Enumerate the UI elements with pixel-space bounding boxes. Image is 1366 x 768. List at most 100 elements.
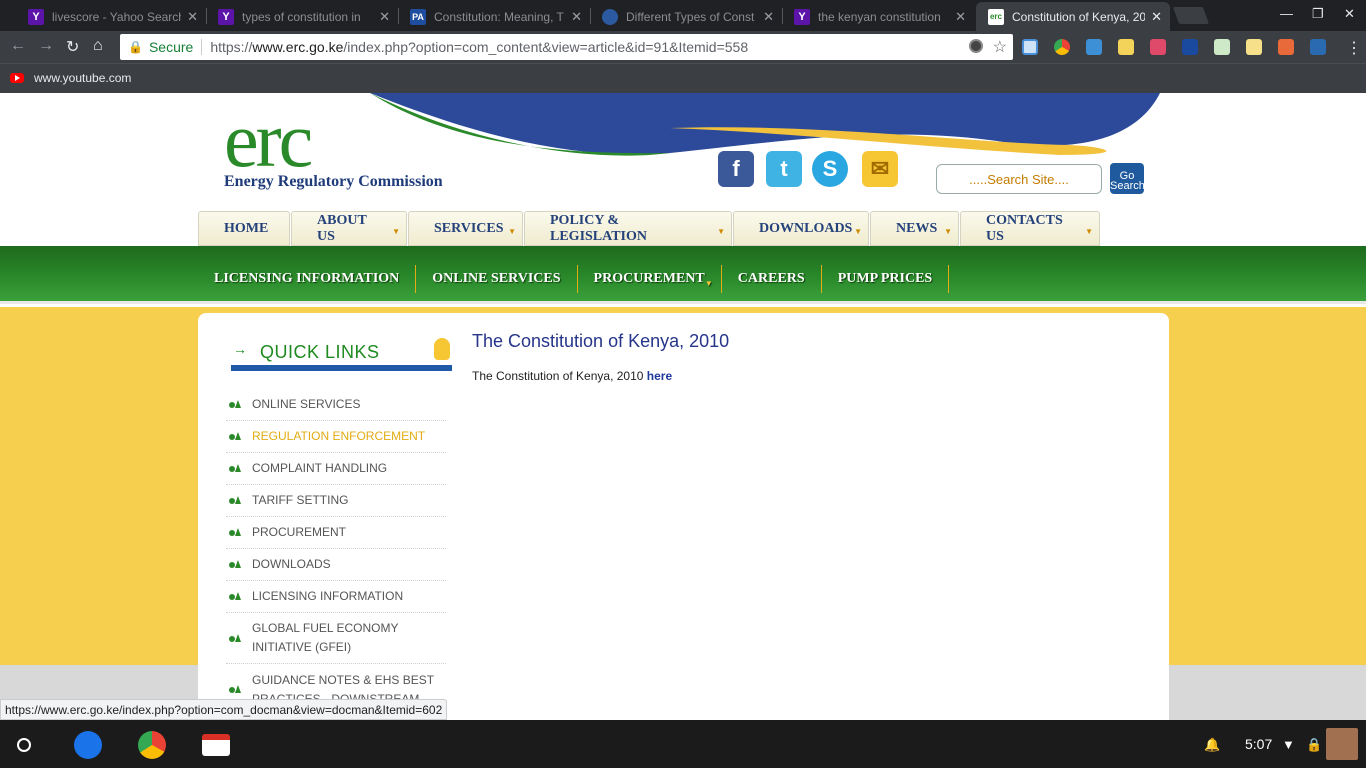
subnav-careers[interactable]: CAREERS [722, 265, 822, 293]
leaf-icon [229, 432, 241, 441]
quick-link-licensing-information[interactable]: LICENSING INFORMATION [226, 581, 446, 613]
nav-contacts-us[interactable]: CONTACTS US ▼ [960, 211, 1100, 246]
maximize-icon[interactable]: ❐ [1312, 6, 1324, 22]
extension-icon[interactable] [1310, 39, 1326, 55]
nav-downloads[interactable]: DOWNLOADS ▼ [733, 211, 869, 246]
tab-livescore[interactable]: Y livescore - Yahoo Search ✕ [16, 2, 206, 31]
chrome-app-icon[interactable] [138, 731, 166, 759]
leaf-icon [229, 528, 241, 537]
tab-title: Different Types of Const [626, 9, 755, 24]
skype-icon[interactable]: S [812, 151, 848, 187]
launcher-icon[interactable] [17, 738, 31, 752]
home-icon[interactable]: ⌂ [93, 37, 103, 55]
tab-title: Constitution of Kenya, 20 [1012, 9, 1146, 24]
nav-about-us[interactable]: ABOUT US ▼ [291, 211, 407, 246]
files-app-icon[interactable] [74, 731, 102, 759]
subnav-pump-prices[interactable]: PUMP PRICES [822, 265, 950, 293]
close-icon[interactable]: ✕ [955, 9, 966, 25]
leaf-icon [229, 685, 241, 694]
chevron-down-icon: ▼ [704, 279, 713, 288]
blocked-content-icon[interactable] [969, 39, 983, 53]
quick-link-online-services[interactable]: ONLINE SERVICES [226, 389, 446, 421]
tab-title: the kenyan constitution [818, 9, 941, 24]
email-icon[interactable]: ✉ [862, 151, 898, 187]
extension-icon[interactable] [1214, 39, 1230, 55]
new-tab-button[interactable] [1172, 7, 1210, 24]
notification-bell-icon[interactable]: 🔔 [1204, 737, 1220, 753]
system-clock[interactable]: 5:07 [1245, 736, 1272, 752]
url-text: https://www.erc.go.ke/index.php?option=c… [210, 39, 749, 55]
extension-icon[interactable] [1278, 39, 1294, 55]
yahoo-icon: Y [794, 8, 810, 25]
extension-icon[interactable] [1182, 39, 1198, 55]
tab-different-types[interactable]: Different Types of Const ✕ [590, 2, 782, 31]
quick-link-complaint-handling[interactable]: COMPLAINT HANDLING [226, 453, 446, 485]
close-icon[interactable]: ✕ [1151, 9, 1162, 25]
lock-icon: 🔒 [1306, 737, 1323, 752]
tab-constitution-of-kenya[interactable]: erc Constitution of Kenya, 20 ✕ [976, 2, 1170, 31]
leaf-icon [229, 464, 241, 473]
extension-icon[interactable] [1246, 39, 1262, 55]
tab-kenyan-constitution[interactable]: Y the kenyan constitution ✕ [782, 2, 974, 31]
quick-link-gfei[interactable]: GLOBAL FUEL ECONOMY INITIATIVE (GFEI) [226, 613, 446, 664]
facebook-icon[interactable]: f [718, 151, 754, 187]
reload-icon[interactable]: ↻ [66, 37, 79, 57]
org-name: Energy Regulatory Commission [224, 173, 443, 190]
leaf-icon [229, 400, 241, 409]
close-icon[interactable]: ✕ [763, 9, 774, 25]
wifi-icon[interactable]: ▼ [1282, 737, 1295, 752]
yahoo-icon: Y [28, 8, 44, 25]
tab-types-of-constitution[interactable]: Y types of constitution in ✕ [206, 2, 398, 31]
tab-title: Constitution: Meaning, T [434, 9, 564, 24]
globe-icon [602, 8, 618, 25]
close-window-icon[interactable]: ✕ [1344, 6, 1355, 22]
extension-icon[interactable] [1118, 39, 1134, 55]
back-icon[interactable]: ← [10, 37, 26, 55]
subnav-online-services[interactable]: ONLINE SERVICES [416, 265, 578, 293]
bookmark-star-icon[interactable]: ☆ [993, 37, 1007, 57]
quick-link-procurement[interactable]: PROCUREMENT [226, 517, 446, 549]
youtube-icon [10, 73, 24, 83]
secondary-nav: LICENSING INFORMATION ONLINE SERVICES PR… [198, 265, 950, 293]
security-label: Secure [148, 39, 194, 55]
bookmark-youtube[interactable]: www.youtube.com [10, 71, 131, 85]
close-icon[interactable]: ✕ [571, 9, 582, 25]
nav-home[interactable]: HOME [198, 211, 290, 246]
nav-services[interactable]: SERVICES ▼ [408, 211, 523, 246]
quick-link-tariff-setting[interactable]: TARIFF SETTING [226, 485, 446, 517]
twitter-icon[interactable]: t [766, 151, 802, 187]
tab-constitution-meaning[interactable]: PA Constitution: Meaning, T ✕ [398, 2, 590, 31]
address-bar[interactable]: 🔒 Secure https://www.erc.go.ke/index.php… [120, 34, 1013, 60]
chevron-down-icon: ▼ [1085, 227, 1093, 236]
article-body: The Constitution of Kenya, 2010 here [472, 369, 673, 383]
search-input[interactable]: .....Search Site.... [936, 164, 1102, 194]
quick-link-regulation-enforcement[interactable]: REGULATION ENFORCEMENT [226, 421, 446, 453]
extension-icon[interactable] [1086, 39, 1102, 55]
gmail-app-icon[interactable] [202, 734, 230, 756]
article-link[interactable]: here [647, 369, 672, 383]
erc-logo[interactable]: erc Energy Regulatory Commission [224, 101, 443, 191]
nav-news[interactable]: NEWS ▼ [870, 211, 959, 246]
menu-icon[interactable]: ⋮ [1346, 38, 1362, 58]
content-panel: → QUICK LINKS ONLINE SERVICES REGULATION… [198, 313, 1169, 720]
go-search-button[interactable]: Go Search [1110, 163, 1145, 194]
close-icon[interactable]: ✕ [379, 9, 390, 25]
logo-text: erc [224, 96, 313, 183]
chrome-extension-icon[interactable] [1054, 39, 1070, 55]
quick-links-title: QUICK LINKS [260, 342, 380, 362]
chevron-down-icon: ▼ [392, 227, 400, 236]
quick-link-downloads[interactable]: DOWNLOADS [226, 549, 446, 581]
lightbulb-icon [434, 338, 450, 360]
subnav-procurement[interactable]: PROCUREMENT ▼ [578, 265, 722, 293]
nav-policy-legislation[interactable]: POLICY & LEGISLATION ▼ [524, 211, 732, 246]
subnav-licensing-information[interactable]: LICENSING INFORMATION [198, 265, 417, 293]
extension-icon[interactable] [1150, 39, 1166, 55]
chevron-down-icon: ▼ [944, 227, 952, 236]
forward-icon[interactable]: → [38, 37, 54, 55]
user-avatar[interactable] [1326, 728, 1358, 760]
extension-icon[interactable] [1022, 39, 1038, 55]
close-icon[interactable]: ✕ [187, 9, 198, 25]
minimize-icon[interactable]: — [1280, 6, 1293, 21]
lock-icon: 🔒 [128, 40, 143, 54]
leaf-icon [229, 633, 241, 643]
